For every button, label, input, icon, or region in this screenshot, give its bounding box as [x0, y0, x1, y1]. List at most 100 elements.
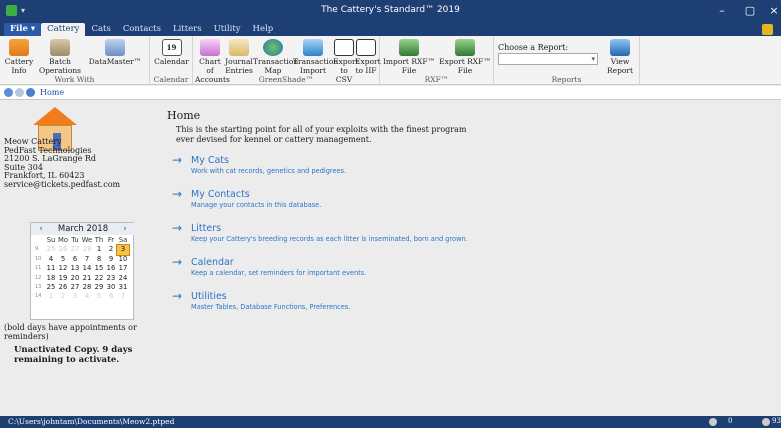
calendar-day[interactable]: 19: [57, 274, 69, 283]
cattery-info-button[interactable]: Cattery Info: [2, 39, 36, 75]
group-rxf: Import RXF™ File Export RXF™ File RXF™: [380, 36, 494, 85]
report-icon: [610, 39, 630, 56]
link-title[interactable]: My Contacts: [191, 189, 250, 200]
export-iif-button[interactable]: Export to IIF: [355, 39, 381, 75]
help-icon[interactable]: [762, 24, 773, 35]
calendar-day[interactable]: 23: [105, 274, 117, 283]
dow-label: Sa: [118, 236, 128, 244]
calendar-day[interactable]: 26: [57, 283, 69, 292]
forward-icon[interactable]: [15, 88, 24, 97]
calendar-day[interactable]: 22: [93, 274, 105, 283]
back-icon[interactable]: [4, 88, 13, 97]
batch-operations-button[interactable]: Batch Operations: [38, 39, 82, 75]
calendar-day[interactable]: 7: [117, 292, 129, 301]
menu-file[interactable]: File ▾: [4, 23, 42, 36]
calendar-day[interactable]: 16: [105, 264, 117, 273]
calendar-day[interactable]: 27: [69, 283, 81, 292]
calendar-week-row: 14 1 2 3 4 5 6 7: [35, 292, 129, 301]
export-iif-label: Export to IIF: [355, 57, 381, 75]
calendar-day[interactable]: 6: [69, 255, 81, 264]
calendar-day[interactable]: 1: [45, 292, 57, 301]
calendar-day[interactable]: 30: [105, 283, 117, 292]
calendar-day[interactable]: 2: [57, 292, 69, 301]
menu-utility[interactable]: Utility: [208, 23, 247, 36]
week-number: 11: [35, 265, 42, 272]
calendar-day[interactable]: 5: [93, 292, 105, 301]
transaction-import-button[interactable]: Transaction Import: [293, 39, 338, 75]
transaction-map-button[interactable]: Transaction Map: [253, 39, 298, 75]
datamaster-button[interactable]: DataMaster™: [84, 39, 146, 66]
calendar-day[interactable]: 27: [69, 245, 81, 254]
calendar-day[interactable]: 4: [81, 292, 93, 301]
next-month-icon[interactable]: ›: [119, 223, 131, 235]
wand-icon: [105, 39, 125, 56]
calendar-day[interactable]: 7: [81, 255, 93, 264]
calendar-day[interactable]: 20: [69, 274, 81, 283]
journal-entries-button[interactable]: Journal Entries: [225, 39, 253, 75]
link-description: Work with cat records, genetics and pedi…: [191, 167, 347, 175]
import-arrow-icon: [303, 39, 323, 56]
calendar-day[interactable]: 26: [57, 245, 69, 254]
calendar-day[interactable]: 2: [105, 245, 117, 254]
arrow-right-icon: →: [172, 153, 183, 167]
calendar-day[interactable]: 28: [81, 283, 93, 292]
calendar-day[interactable]: 8: [93, 255, 105, 264]
status-gear-icon[interactable]: [762, 418, 770, 426]
breadcrumb[interactable]: Home: [40, 88, 64, 98]
menu-litters[interactable]: Litters: [167, 23, 208, 36]
status-value: 0: [728, 417, 733, 425]
home-icon[interactable]: [26, 88, 35, 97]
calendar-day[interactable]: 3: [69, 292, 81, 301]
menu-contacts[interactable]: Contacts: [117, 23, 167, 36]
cat-icon: [50, 39, 70, 56]
calendar-day[interactable]: 18: [45, 274, 57, 283]
view-report-button[interactable]: View Report: [602, 39, 638, 75]
group-label-calendar: Calendar: [153, 75, 189, 84]
calendar-day[interactable]: 28: [81, 245, 93, 254]
link-title[interactable]: Utilities: [191, 291, 227, 302]
calendar-icon: 19: [161, 39, 182, 56]
calendar-day[interactable]: 21: [81, 274, 93, 283]
calendar-day[interactable]: 3: [116, 244, 130, 256]
month-calendar[interactable]: ‹ March 2018 › Su Mo Tu We Th Fr Sa 9 25 2…: [30, 222, 135, 320]
group-work-with: Cattery Info Batch Operations DataMaster…: [0, 36, 150, 85]
link-title[interactable]: My Cats: [191, 155, 229, 166]
calendar-day[interactable]: 12: [57, 264, 69, 273]
link-title[interactable]: Calendar: [191, 257, 234, 268]
view-report-label: View Report: [606, 57, 633, 75]
calendar-day[interactable]: 11: [45, 264, 57, 273]
menu-cattery[interactable]: Cattery: [41, 23, 86, 36]
calendar-grid: Su Mo Tu We Th Fr Sa 9 25 26 27 28 1 2 3 10 4 5 6 7 8…: [35, 236, 130, 302]
calendar-day[interactable]: 6: [105, 292, 117, 301]
export-rxf-button[interactable]: Export RXF™ File: [438, 39, 492, 75]
calendar-day[interactable]: 1: [93, 245, 105, 254]
calendar-day[interactable]: 5: [57, 255, 69, 264]
calendar-day[interactable]: 13: [69, 264, 81, 273]
dow-label: Su: [46, 236, 56, 244]
calendar-day[interactable]: 9: [105, 255, 117, 264]
minimize-button[interactable]: –: [708, 2, 736, 20]
calendar-day[interactable]: 24: [117, 274, 129, 283]
calendar-day[interactable]: 25: [45, 245, 57, 254]
calendar-day[interactable]: 17: [117, 264, 129, 273]
calendar-day[interactable]: 25: [45, 283, 57, 292]
menu-cats[interactable]: Cats: [85, 23, 116, 36]
dow-label: We: [81, 236, 93, 244]
calendar-button[interactable]: 19 Calendar: [154, 39, 189, 66]
calendar-day[interactable]: 14: [81, 264, 93, 273]
close-button[interactable]: ×: [760, 2, 781, 20]
link-title[interactable]: Litters: [191, 223, 221, 234]
report-select[interactable]: ▾: [498, 53, 598, 65]
week-number: 10: [35, 255, 42, 262]
chart-of-accounts-icon: [200, 39, 220, 56]
calendar-day[interactable]: 4: [45, 255, 57, 264]
menu-help[interactable]: Help: [247, 23, 280, 36]
calendar-day[interactable]: 29: [93, 283, 105, 292]
calendar-week-row: 11 11 12 13 14 15 16 17: [35, 264, 129, 273]
calendar-day[interactable]: 31: [117, 283, 129, 292]
unactivated-notice: Unactivated Copy. 9 days remaining to ac…: [14, 345, 133, 365]
calendar-day[interactable]: 15: [93, 264, 105, 273]
week-number: 12: [35, 274, 42, 281]
calendar-day[interactable]: 10: [117, 255, 129, 264]
import-rxf-button[interactable]: Import RXF™ File: [382, 39, 436, 75]
